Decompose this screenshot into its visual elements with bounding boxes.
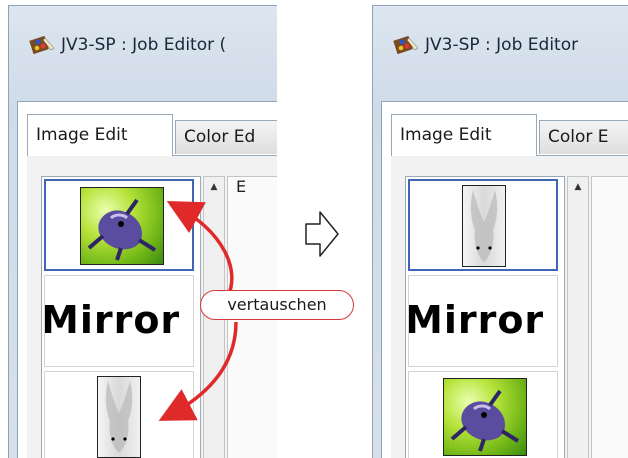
list-item-frog[interactable]: [408, 371, 558, 458]
frog-thumbnail: [80, 187, 164, 265]
image-layer-list[interactable]: Mirror: [41, 176, 201, 458]
rabbit-icon: [105, 381, 133, 453]
tab-image-edit[interactable]: Image Edit: [391, 114, 537, 156]
tab-color-edit[interactable]: Color E: [539, 120, 628, 154]
rabbit-thumbnail: [462, 185, 506, 267]
job-editor-window-after: JV3-SP : Job Editor Image Edit Color E M…: [372, 5, 628, 458]
title-bar[interactable]: JV3-SP : Job Editor (: [9, 6, 277, 86]
edit-panel-label: E: [236, 177, 247, 196]
mirror-text-thumbnail: Mirror: [45, 298, 181, 342]
list-item-frog[interactable]: [44, 179, 194, 271]
mirror-text-thumbnail: Mirror: [409, 298, 545, 342]
list-item-mirror[interactable]: Mirror: [408, 275, 558, 367]
frog-thumbnail: [443, 378, 527, 456]
title-bar[interactable]: JV3-SP : Job Editor: [373, 6, 628, 86]
scroll-up-arrow-icon[interactable]: ▲: [204, 177, 224, 197]
right-arrow-icon: [305, 211, 339, 257]
image-layer-list[interactable]: Mirror: [405, 176, 565, 458]
frog-icon: [87, 198, 157, 261]
palette-icon: [393, 35, 419, 55]
list-item-rabbit[interactable]: [408, 179, 558, 271]
swap-label: vertauschen: [200, 290, 354, 320]
tab-color-edit[interactable]: Color Ed: [175, 120, 277, 154]
tab-content: Mirror ▲: [391, 155, 628, 458]
edit-panel: [591, 176, 628, 458]
window-title: JV3-SP : Job Editor: [425, 35, 579, 55]
palette-icon: [29, 35, 55, 55]
list-scrollbar[interactable]: ▲: [567, 176, 589, 458]
tab-image-edit[interactable]: Image Edit: [27, 114, 173, 156]
rabbit-icon: [470, 190, 498, 262]
list-item-mirror[interactable]: Mirror: [44, 275, 194, 367]
frog-icon: [450, 389, 520, 452]
scroll-up-arrow-icon[interactable]: ▲: [568, 177, 588, 197]
window-title: JV3-SP : Job Editor (: [61, 35, 227, 55]
list-item-rabbit[interactable]: [44, 371, 194, 458]
rabbit-thumbnail: [97, 376, 141, 458]
job-editor-window-before: JV3-SP : Job Editor ( Image Edit Color E…: [8, 5, 277, 458]
